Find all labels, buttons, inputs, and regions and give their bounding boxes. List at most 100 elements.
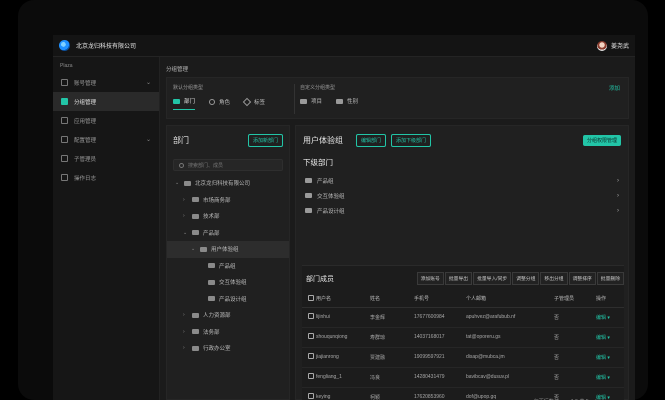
tree-node[interactable]: › 人力资源部 (167, 307, 289, 324)
edit-dropdown[interactable]: 编辑 ▾ (596, 347, 624, 368)
sub-department-item[interactable]: 产品组 › (296, 173, 628, 188)
toolbar-button[interactable]: 批量导出 (444, 272, 473, 285)
tree-node[interactable]: › 行政办公室 (167, 340, 289, 357)
sidebar-item-apps[interactable]: 应用管理 (53, 111, 159, 130)
tab-role[interactable]: 角色 (209, 98, 230, 110)
column-header: 手机号 (414, 291, 466, 308)
edit-department-button[interactable]: 编辑部门 (356, 134, 387, 147)
sidebar-item-groups[interactable]: 分组管理 (53, 92, 159, 111)
table-cell: tat@oporeru.gs (466, 327, 554, 348)
tab-gender[interactable]: 性别 (336, 97, 358, 109)
column-header: 子管理员 (554, 291, 596, 308)
tree-node[interactable]: 产品组 (167, 258, 289, 275)
tree-toggle-icon[interactable]: › (183, 312, 188, 318)
tree-toggle-icon[interactable]: › (183, 197, 188, 203)
folder-icon (305, 178, 312, 183)
tree-node[interactable]: ⌄ 用户体验组 (167, 241, 289, 258)
add-group-type-link[interactable]: 添加 (609, 84, 620, 92)
row-checkbox[interactable] (308, 353, 314, 359)
sub-department-item[interactable]: 产品设计组 › (296, 203, 628, 218)
toolbar-button[interactable]: 添加账号 (416, 272, 444, 285)
sidebar-item-accounts[interactable]: 账号管理 ⌄ (53, 73, 159, 92)
sub-department-label: 交互体验组 (317, 193, 345, 200)
sidebar-item-config[interactable]: 配置管理 ⌄ (53, 130, 159, 149)
row-checkbox[interactable] (308, 313, 314, 319)
tree-toggle-icon[interactable]: › (183, 213, 188, 219)
toolbar-button[interactable]: 调整分组 (512, 272, 540, 285)
folder-icon (300, 98, 307, 104)
tree-node[interactable]: 交互体验组 (167, 274, 289, 291)
group-type-panel: 默认分组类型 部门 角色 标签 自定义分组类型 项目 性别 添加 (166, 77, 629, 119)
user-name[interactable]: 姜尧武 (611, 41, 629, 50)
tree-node[interactable]: 产品设计组 (167, 291, 289, 308)
sidebar-item-label: 配置管理 (74, 137, 97, 144)
tree-node-label: 人力资源部 (203, 313, 231, 320)
tree-toggle-icon[interactable]: ⌄ (191, 246, 196, 252)
sidebar-item-logs[interactable]: 操作日志 (53, 168, 159, 187)
table-cell: disap@mubca.jm (466, 347, 554, 368)
sidebar-item-sub-admins[interactable]: 子管理员 (53, 149, 159, 168)
tab-tag[interactable]: 标签 (242, 97, 265, 110)
table-row[interactable]: lijinhui 李金辉 17677600984 apuhvez@arafubub.n… (302, 307, 624, 328)
sidebar-item-label: 账号管理 (74, 80, 97, 87)
toolbar-button[interactable]: 批量删除 (596, 272, 624, 285)
table-cell: 贾建融 (370, 347, 414, 368)
table-row[interactable]: shouqunqiong 寿群琼 14037168017 tat@oporeru.gs… (302, 327, 624, 348)
department-tree-panel: 部门 添加新部门 搜索部门、成员 ⌄ 北京龙归科技有限公司 › 市场商务部 › 技术部 ⌄ 产… (166, 125, 290, 400)
sub-department-list: 产品组 › 交互体验组 › 产品设计组 › (296, 173, 628, 218)
custom-type-label: 自定义分组类型 (300, 85, 336, 91)
table-cell: 否 (554, 367, 596, 388)
edit-dropdown[interactable]: 编辑 ▾ (596, 327, 624, 348)
tree-toggle-icon[interactable]: ⌄ (183, 230, 188, 236)
sub-department-item[interactable]: 交互体验组 › (296, 188, 628, 203)
select-all-checkbox[interactable] (308, 294, 314, 301)
folder-icon (192, 197, 199, 203)
log-icon (61, 174, 68, 181)
search-input[interactable]: 搜索部门、成员 (173, 159, 283, 171)
company-logo-icon (59, 40, 70, 51)
tab-label: 性别 (347, 99, 359, 105)
tab-project[interactable]: 项目 (300, 97, 322, 109)
tree-node[interactable]: › 市场商务部 (167, 192, 289, 209)
tree-toggle-icon[interactable]: › (183, 329, 188, 335)
tab-department[interactable]: 部门 (173, 97, 196, 110)
table-cell: apuhvez@arafubub.nf (466, 307, 554, 328)
folder-icon (173, 98, 180, 104)
group-permission-button[interactable]: 分组权限管理 (582, 135, 621, 146)
table-row[interactable]: jiajianrong 贾建融 19099597921 disap@mubca.jm 否… (302, 347, 624, 368)
table-cell: 冯良 (370, 367, 414, 388)
row-checkbox[interactable] (308, 333, 314, 339)
tree-node[interactable]: › 技术部 (167, 208, 289, 225)
panel-title: 部门 (173, 136, 189, 145)
sidebar: Plaza 账号管理 ⌄ 分组管理 应用管理 配置管理 ⌄ 子管理员 操作日志 (53, 57, 160, 400)
add-sub-department-button[interactable]: 添加下级部门 (391, 134, 432, 147)
table-cell: 否 (554, 347, 596, 368)
folder-icon (336, 98, 344, 104)
tree-node[interactable]: › 法务部 (167, 324, 289, 341)
device-frame: 北京龙归科技有限公司 姜尧武 Plaza 账号管理 ⌄ 分组管理 应用管理 配置… (18, 0, 648, 400)
folder-icon (184, 180, 191, 186)
tree-toggle-icon[interactable]: › (183, 345, 188, 351)
toolbar-button[interactable]: 批量导入/同步 (473, 272, 512, 285)
toolbar-button[interactable]: 调整排序 (568, 272, 596, 285)
add-department-button[interactable]: 添加新部门 (247, 134, 283, 147)
table-row[interactable]: fengliang_1 冯良 14280431479 bavibcav@dusuv.p… (302, 367, 624, 388)
tree-node-label: 交互体验组 (219, 280, 247, 287)
top-bar: 北京龙归科技有限公司 姜尧武 (53, 35, 635, 57)
user-menu[interactable]: 姜尧武 (596, 40, 629, 51)
row-checkbox[interactable] (308, 373, 314, 379)
toolbar-button[interactable]: 移出分组 (540, 272, 568, 285)
tree-node[interactable]: ⌄ 产品部 (167, 225, 289, 242)
tree-node-label: 产品组 (219, 263, 236, 270)
role-icon (209, 98, 216, 105)
user-icon (61, 79, 68, 86)
table-cell: 寿群琼 (370, 327, 414, 348)
edit-dropdown[interactable]: 编辑 ▾ (596, 307, 624, 328)
tree-node[interactable]: ⌄ 北京龙归科技有限公司 (167, 175, 289, 192)
tree-toggle-icon[interactable]: ⌄ (175, 180, 180, 186)
member-toolbar: 添加账号 批量导出 批量导入/同步 调整分组 移出分组 调整排序 批量删除 (416, 272, 624, 285)
avatar[interactable] (596, 40, 607, 51)
edit-dropdown[interactable]: 编辑 ▾ (596, 367, 624, 388)
row-checkbox[interactable] (308, 393, 314, 399)
table-cell: bavibcav@dusuv.pl (466, 367, 554, 388)
